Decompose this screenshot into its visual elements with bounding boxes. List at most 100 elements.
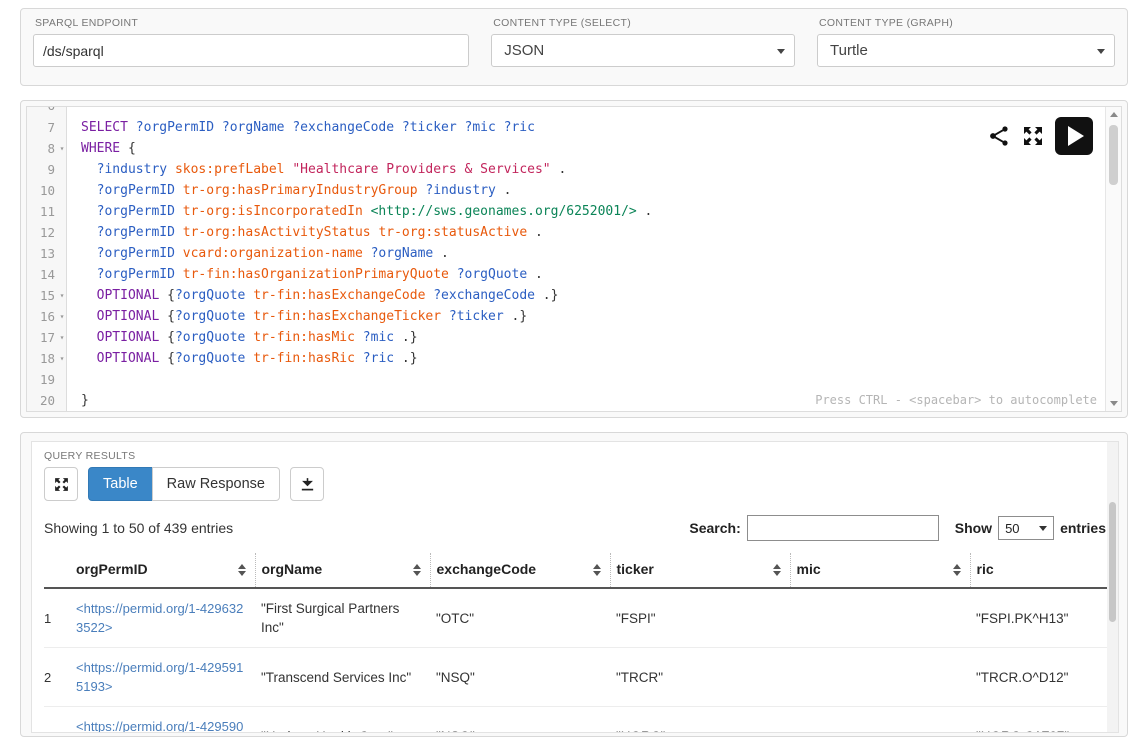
chevron-down-icon	[777, 49, 785, 54]
search-input[interactable]	[747, 515, 939, 541]
header-label: mic	[797, 561, 821, 577]
endpoint-label: SPARQL ENDPOINT	[33, 17, 469, 29]
search-group: Search:	[689, 515, 938, 541]
cell-ticker: "FSPI"	[610, 588, 790, 648]
entries-label: entries	[1060, 520, 1106, 536]
fold-toggle-icon[interactable]: ▾	[57, 306, 67, 327]
code-text: ?orgPermID tr-fin:hasOrganizationPrimary…	[67, 264, 543, 285]
query-editor[interactable]: 6 7SELECT ?orgPermID ?orgName ?exchangeC…	[26, 106, 1122, 412]
page-length-value: 50	[1005, 521, 1019, 536]
fullscreen-icon[interactable]	[1021, 124, 1045, 148]
tab-raw-response[interactable]: Raw Response	[152, 467, 280, 501]
scroll-down-icon[interactable]	[1110, 401, 1118, 406]
code-text: ?orgPermID tr-org:hasPrimaryIndustryGrou…	[67, 180, 512, 201]
line-number: 12	[27, 222, 57, 243]
orgpermid-link[interactable]: <https://permid.org/1-4295915193>	[76, 660, 243, 694]
scroll-up-icon[interactable]	[1110, 112, 1118, 117]
play-icon	[1068, 126, 1084, 146]
fold-toggle-icon[interactable]: ▾	[57, 138, 67, 159]
table-row: 1<https://permid.org/1-4296323522> "First…	[44, 588, 1119, 648]
line-number: 15	[27, 285, 57, 306]
results-table-body: 1<https://permid.org/1-4296323522> "First…	[44, 588, 1119, 733]
editor-code-area[interactable]: 6 7SELECT ?orgPermID ?orgName ?exchangeC…	[27, 107, 1121, 411]
page-length-group: Show 50 entries	[955, 516, 1106, 540]
header-mic[interactable]: mic	[790, 553, 970, 588]
sort-icon	[593, 561, 602, 579]
show-label: Show	[955, 520, 992, 536]
header-orgName[interactable]: orgName	[255, 553, 430, 588]
content-type-select-value: JSON	[504, 42, 544, 59]
cell-ric: "FSPI.PK^H13"	[970, 588, 1119, 648]
query-results-label: QUERY RESULTS	[44, 450, 1106, 462]
share-icon[interactable]	[987, 124, 1011, 148]
content-type-graph-value: Turtle	[830, 42, 868, 59]
sparql-endpoint-input[interactable]	[33, 34, 469, 67]
chevron-down-icon	[1097, 49, 1105, 54]
datatable-controls: Showing 1 to 50 of 439 entries Search: S…	[44, 513, 1106, 543]
cell-exchangeCode: "NSQ"	[430, 707, 610, 734]
cell-orgPermID: <https://permid.org/1-4296323522>	[70, 588, 255, 648]
line-number: 17	[27, 327, 57, 348]
cell-orgName: "First Surgical Partners Inc"	[255, 588, 430, 648]
table-row: 2<https://permid.org/1-4295915193>"Trans…	[44, 648, 1119, 707]
code-text: }	[67, 390, 89, 411]
header-label: ticker	[617, 561, 654, 577]
editor-scrollbar[interactable]	[1105, 107, 1121, 411]
search-label: Search:	[689, 520, 740, 536]
table-header-row: orgPermID orgName exchangeCode tick	[44, 553, 1119, 588]
cell-ticker: "TRCR"	[610, 648, 790, 707]
sort-icon	[953, 561, 962, 579]
cell-mic	[790, 648, 970, 707]
fold-toggle-icon[interactable]: ▾	[57, 285, 67, 306]
editor-toolbar	[987, 117, 1093, 155]
code-text: SELECT ?orgPermID ?orgName ?exchangeCode…	[67, 117, 535, 138]
page-length-select[interactable]: 50	[998, 516, 1054, 540]
content-type-select-dropdown[interactable]: JSON	[491, 34, 795, 67]
line-number: 19	[27, 369, 57, 390]
header-label: orgPermID	[76, 561, 148, 577]
content-type-graph-label: CONTENT TYPE (GRAPH)	[817, 17, 1115, 29]
code-line-7: 7 SELECT ?orgPermID ?orgName ?exchangeCod…	[27, 117, 1121, 138]
results-view-tabs: Table Raw Response	[88, 467, 280, 501]
line-number: 14	[27, 264, 57, 285]
sort-icon	[773, 561, 782, 579]
run-query-button[interactable]	[1055, 117, 1093, 155]
code-line-9: 9 ?industry skos:prefLabel "Healthcare P…	[27, 159, 1121, 180]
code-line-14: 14 ?orgPermID tr-fin:hasOrganizationPrim…	[27, 264, 1121, 285]
code-text: OPTIONAL {?orgQuote tr-fin:hasRic ?ric .…	[67, 348, 418, 369]
results-scrollbar-thumb[interactable]	[1109, 502, 1116, 622]
header-label: orgName	[262, 561, 323, 577]
results-fullscreen-button[interactable]	[44, 467, 78, 501]
line-number: 7	[27, 117, 57, 138]
cell-ric: "HORC.O^F07"	[970, 707, 1119, 734]
fold-toggle-icon[interactable]: ▾	[57, 327, 67, 348]
header-ric[interactable]: ric	[970, 553, 1119, 588]
header-orgPermID[interactable]: orgPermID	[70, 553, 255, 588]
sort-icon	[413, 561, 422, 579]
code-text: OPTIONAL {?orgQuote tr-fin:hasMic ?mic .…	[67, 327, 418, 348]
code-text: ?orgPermID tr-org:hasActivityStatus tr-o…	[67, 222, 543, 243]
code-text: OPTIONAL {?orgQuote tr-fin:hasExchangeCo…	[67, 285, 558, 306]
results-table: orgPermID orgName exchangeCode tick	[44, 553, 1119, 733]
row-index: 3	[44, 707, 70, 734]
results-scrollbar[interactable]	[1107, 442, 1118, 732]
header-ticker[interactable]: ticker	[610, 553, 790, 588]
header-label: ric	[977, 561, 994, 577]
chevron-down-icon	[1039, 526, 1047, 531]
config-bar: SPARQL ENDPOINT CONTENT TYPE (SELECT) JS…	[20, 8, 1128, 86]
line-number: 8	[27, 138, 57, 159]
content-type-graph-dropdown[interactable]: Turtle	[817, 34, 1115, 67]
orgpermid-link[interactable]: <https://permid.org/1-4296323522>	[76, 601, 243, 635]
cell-orgName: "Horizon Health Corp"	[255, 707, 430, 734]
tab-table[interactable]: Table	[88, 467, 153, 501]
query-results-inner: QUERY RESULTS Table Raw Response	[31, 441, 1119, 733]
query-results-panel: QUERY RESULTS Table Raw Response	[20, 432, 1128, 737]
orgpermid-link[interactable]: <https://permid.org/1-4295906723>	[76, 719, 243, 733]
download-results-button[interactable]	[290, 467, 324, 501]
row-index: 1	[44, 588, 70, 648]
editor-scrollbar-thumb[interactable]	[1109, 125, 1118, 185]
header-exchangeCode[interactable]: exchangeCode	[430, 553, 610, 588]
header-label: exchangeCode	[437, 561, 537, 577]
line-number: 13	[27, 243, 57, 264]
fold-toggle-icon[interactable]: ▾	[57, 348, 67, 369]
